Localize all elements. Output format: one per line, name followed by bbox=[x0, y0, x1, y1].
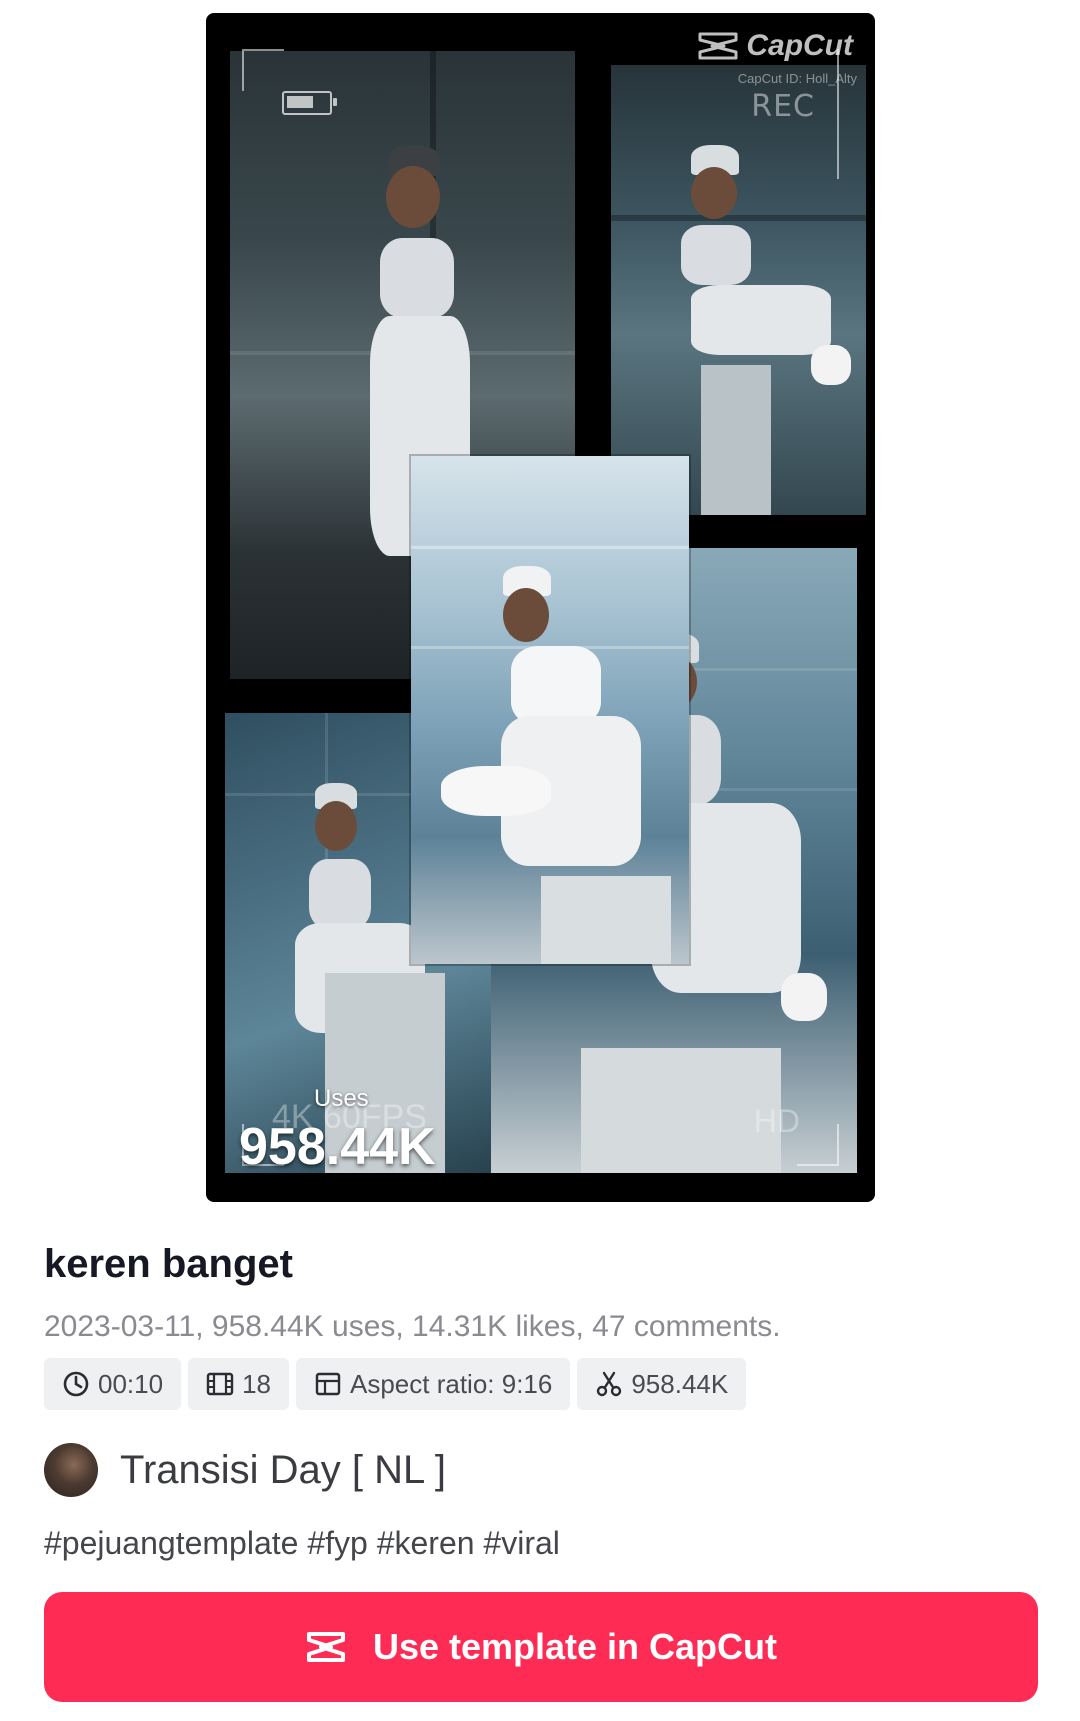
duration-value: 00:10 bbox=[98, 1368, 164, 1399]
viewfinder-corner bbox=[242, 49, 284, 91]
preview-collage bbox=[206, 13, 875, 1202]
battery-icon bbox=[282, 91, 337, 115]
uses-chip-value: 958.44K bbox=[631, 1368, 729, 1399]
author-row[interactable]: Transisi Day [ NL ] bbox=[44, 1443, 446, 1497]
author-name[interactable]: Transisi Day [ NL ] bbox=[120, 1448, 446, 1493]
aspect-ratio-value: Aspect ratio: 9:16 bbox=[350, 1368, 553, 1399]
watermark-brand: CapCut bbox=[746, 29, 853, 62]
use-template-label: Use template in CapCut bbox=[372, 1626, 778, 1667]
film-icon bbox=[206, 1372, 234, 1396]
clips-chip: 18 bbox=[188, 1358, 289, 1410]
use-template-button[interactable]: Use template in CapCut bbox=[44, 1592, 1038, 1702]
template-preview-video[interactable]: REC CapCut CapCut ID: Holl_Alty 4K 60FPS… bbox=[206, 13, 875, 1202]
template-detail-page: REC CapCut CapCut ID: Holl_Alty 4K 60FPS… bbox=[0, 0, 1080, 1721]
watermark-caption: CapCut ID: Holl_Alty bbox=[737, 71, 857, 86]
template-info-chips: 00:10 18 Aspect ratio: 9:16 958.44K bbox=[44, 1358, 747, 1410]
duration-chip: 00:10 bbox=[44, 1358, 182, 1410]
aspect-ratio-chip: Aspect ratio: 9:16 bbox=[296, 1358, 571, 1410]
capcut-watermark: CapCut bbox=[696, 29, 853, 63]
uses-chip: 958.44K bbox=[577, 1358, 747, 1410]
rec-label: REC bbox=[751, 89, 815, 124]
scissors-icon bbox=[597, 1371, 622, 1397]
hd-label: HD bbox=[753, 1103, 800, 1139]
uses-count: 958.44K bbox=[239, 1118, 436, 1176]
clips-count: 18 bbox=[242, 1368, 271, 1399]
template-title: keren banget bbox=[44, 1242, 293, 1286]
clock-icon bbox=[63, 1371, 89, 1397]
collage-panel-featured bbox=[411, 456, 689, 964]
aspect-ratio-icon bbox=[315, 1372, 341, 1396]
uses-label: Uses bbox=[314, 1085, 369, 1112]
capcut-logo-icon bbox=[306, 1632, 345, 1662]
avatar[interactable] bbox=[44, 1443, 98, 1497]
hashtags: #pejuangtemplate #fyp #keren #viral bbox=[44, 1525, 560, 1561]
viewfinder-corner bbox=[797, 1124, 839, 1166]
capcut-logo-icon bbox=[698, 32, 738, 60]
template-meta: 2023-03-11, 958.44K uses, 14.31K likes, … bbox=[44, 1310, 781, 1343]
